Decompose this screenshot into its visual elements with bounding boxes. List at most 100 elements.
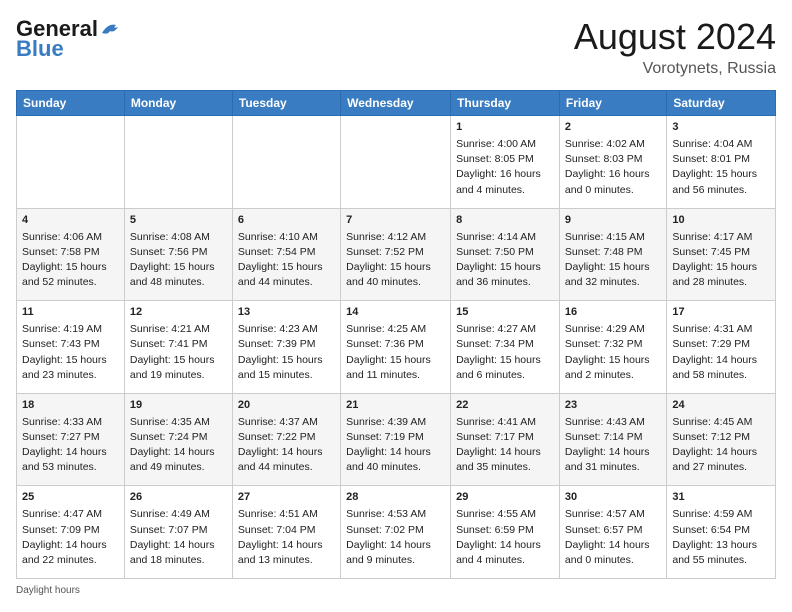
day-info: Sunrise: 4:21 AM (130, 322, 227, 337)
day-info: and 32 minutes. (565, 275, 661, 290)
calendar-cell: 11Sunrise: 4:19 AMSunset: 7:43 PMDayligh… (17, 301, 125, 394)
calendar-cell: 31Sunrise: 4:59 AMSunset: 6:54 PMDayligh… (667, 486, 776, 579)
day-info: Daylight: 14 hours (565, 538, 661, 553)
day-info: Daylight: 15 hours (22, 260, 119, 275)
day-info: Sunset: 7:58 PM (22, 245, 119, 260)
calendar-cell: 25Sunrise: 4:47 AMSunset: 7:09 PMDayligh… (17, 486, 125, 579)
day-info: and 2 minutes. (565, 368, 661, 383)
day-number: 21 (346, 398, 445, 414)
day-info: Sunset: 7:43 PM (22, 337, 119, 352)
day-info: Sunrise: 4:10 AM (238, 230, 335, 245)
calendar-cell: 3Sunrise: 4:04 AMSunset: 8:01 PMDaylight… (667, 116, 776, 209)
day-info: and 11 minutes. (346, 368, 445, 383)
day-number: 10 (672, 213, 770, 229)
day-info: and 35 minutes. (456, 460, 554, 475)
calendar-header-tuesday: Tuesday (232, 91, 340, 116)
day-info: Sunset: 8:03 PM (565, 152, 661, 167)
day-info: Sunrise: 4:23 AM (238, 322, 335, 337)
calendar-cell: 2Sunrise: 4:02 AMSunset: 8:03 PMDaylight… (559, 116, 666, 209)
calendar-cell: 6Sunrise: 4:10 AMSunset: 7:54 PMDaylight… (232, 208, 340, 301)
calendar-cell: 16Sunrise: 4:29 AMSunset: 7:32 PMDayligh… (559, 301, 666, 394)
day-info: Daylight: 14 hours (238, 538, 335, 553)
day-info: Sunset: 7:24 PM (130, 430, 227, 445)
day-info: and 18 minutes. (130, 553, 227, 568)
calendar-header-friday: Friday (559, 91, 666, 116)
day-info: and 9 minutes. (346, 553, 445, 568)
day-info: Daylight: 15 hours (130, 260, 227, 275)
calendar-cell: 8Sunrise: 4:14 AMSunset: 7:50 PMDaylight… (451, 208, 560, 301)
day-info: Sunrise: 4:17 AM (672, 230, 770, 245)
day-number: 29 (456, 490, 554, 506)
day-info: and 28 minutes. (672, 275, 770, 290)
calendar-cell: 1Sunrise: 4:00 AMSunset: 8:05 PMDaylight… (451, 116, 560, 209)
logo-blue: Blue (16, 36, 64, 62)
day-number: 12 (130, 305, 227, 321)
day-info: and 13 minutes. (238, 553, 335, 568)
calendar-cell (232, 116, 340, 209)
day-info: Daylight: 15 hours (238, 260, 335, 275)
day-info: and 44 minutes. (238, 275, 335, 290)
day-number: 30 (565, 490, 661, 506)
calendar-cell: 18Sunrise: 4:33 AMSunset: 7:27 PMDayligh… (17, 393, 125, 486)
day-info: Daylight: 15 hours (22, 353, 119, 368)
day-info: and 53 minutes. (22, 460, 119, 475)
day-info: Daylight: 16 hours (565, 167, 661, 182)
calendar-cell: 21Sunrise: 4:39 AMSunset: 7:19 PMDayligh… (341, 393, 451, 486)
day-number: 6 (238, 213, 335, 229)
day-info: Daylight: 14 hours (456, 538, 554, 553)
calendar-cell: 7Sunrise: 4:12 AMSunset: 7:52 PMDaylight… (341, 208, 451, 301)
day-info: and 0 minutes. (565, 553, 661, 568)
day-info: Daylight: 14 hours (672, 445, 770, 460)
day-number: 24 (672, 398, 770, 414)
day-info: Sunset: 7:09 PM (22, 523, 119, 538)
day-info: and 0 minutes. (565, 183, 661, 198)
calendar-cell: 20Sunrise: 4:37 AMSunset: 7:22 PMDayligh… (232, 393, 340, 486)
day-info: Sunrise: 4:33 AM (22, 415, 119, 430)
day-info: and 55 minutes. (672, 553, 770, 568)
day-info: and 49 minutes. (130, 460, 227, 475)
day-info: Sunrise: 4:19 AM (22, 322, 119, 337)
day-number: 1 (456, 120, 554, 136)
day-info: Sunrise: 4:45 AM (672, 415, 770, 430)
day-info: Daylight: 15 hours (565, 353, 661, 368)
day-info: Sunrise: 4:37 AM (238, 415, 335, 430)
day-number: 15 (456, 305, 554, 321)
day-number: 27 (238, 490, 335, 506)
day-info: Daylight: 14 hours (346, 445, 445, 460)
day-number: 23 (565, 398, 661, 414)
day-number: 16 (565, 305, 661, 321)
calendar-cell: 28Sunrise: 4:53 AMSunset: 7:02 PMDayligh… (341, 486, 451, 579)
calendar-cell: 23Sunrise: 4:43 AMSunset: 7:14 PMDayligh… (559, 393, 666, 486)
day-number: 31 (672, 490, 770, 506)
day-number: 13 (238, 305, 335, 321)
day-info: and 31 minutes. (565, 460, 661, 475)
day-info: Daylight: 15 hours (672, 167, 770, 182)
day-info: Sunrise: 4:57 AM (565, 507, 661, 522)
day-info: Sunrise: 4:43 AM (565, 415, 661, 430)
calendar-cell: 19Sunrise: 4:35 AMSunset: 7:24 PMDayligh… (124, 393, 232, 486)
day-number: 7 (346, 213, 445, 229)
day-info: Daylight: 14 hours (456, 445, 554, 460)
calendar-week-4: 18Sunrise: 4:33 AMSunset: 7:27 PMDayligh… (17, 393, 776, 486)
calendar-header-sunday: Sunday (17, 91, 125, 116)
day-info: Daylight: 15 hours (346, 353, 445, 368)
day-number: 9 (565, 213, 661, 229)
day-info: and 19 minutes. (130, 368, 227, 383)
day-info: Sunrise: 4:39 AM (346, 415, 445, 430)
day-info: and 52 minutes. (22, 275, 119, 290)
calendar-cell: 10Sunrise: 4:17 AMSunset: 7:45 PMDayligh… (667, 208, 776, 301)
day-info: and 48 minutes. (130, 275, 227, 290)
day-info: Sunrise: 4:31 AM (672, 322, 770, 337)
day-info: Sunset: 7:17 PM (456, 430, 554, 445)
day-info: and 58 minutes. (672, 368, 770, 383)
day-info: Sunset: 7:36 PM (346, 337, 445, 352)
calendar-header-monday: Monday (124, 91, 232, 116)
day-number: 18 (22, 398, 119, 414)
calendar-header-row: SundayMondayTuesdayWednesdayThursdayFrid… (17, 91, 776, 116)
day-info: Sunset: 7:19 PM (346, 430, 445, 445)
calendar-cell (341, 116, 451, 209)
day-info: Sunset: 7:22 PM (238, 430, 335, 445)
logo-bird-icon (100, 19, 122, 39)
day-info: and 22 minutes. (22, 553, 119, 568)
location: Vorotynets, Russia (574, 60, 776, 78)
